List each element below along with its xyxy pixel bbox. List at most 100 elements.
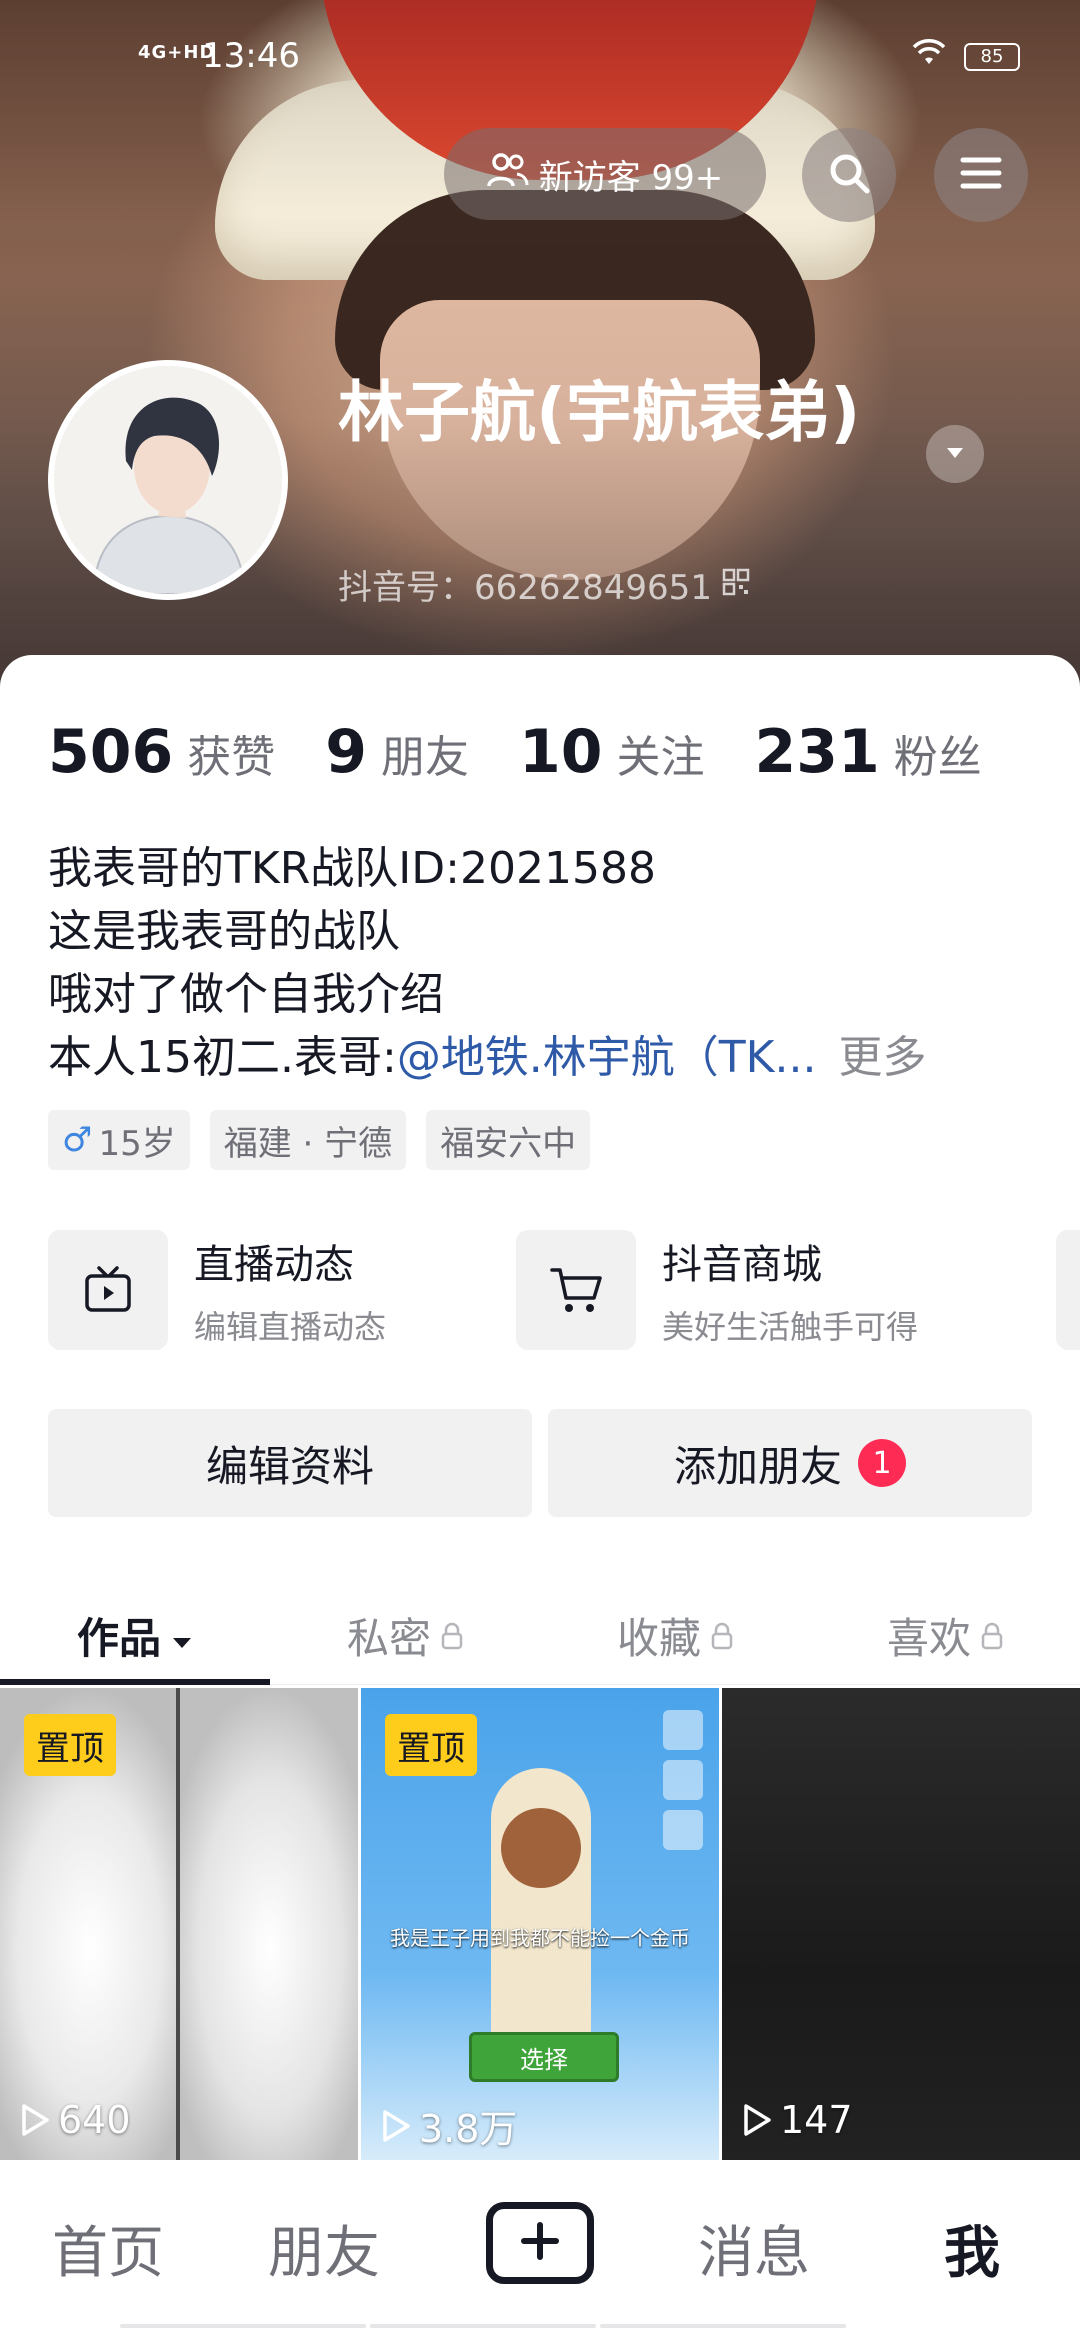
bio-line: 本人15初二.表哥:@地铁.林宇航（TK... 更多	[48, 1026, 1048, 1089]
tab-likes-label: 喜欢	[886, 1613, 971, 1663]
username: 林子航(宇航表弟)	[338, 374, 861, 451]
tab-favorites[interactable]: 收藏	[540, 1585, 810, 1685]
douyin-id[interactable]: 抖音号：66262849651	[338, 560, 750, 609]
feature-mall-subtitle: 美好生活触手可得	[662, 1308, 919, 1346]
play-icon	[383, 2109, 410, 2142]
status-bar: 4G+HD 13:46 85	[0, 30, 1080, 90]
profile-stats: 506 获赞 9 朋友 10 关注 231 粉丝	[48, 717, 1032, 787]
wifi-icon	[912, 38, 946, 74]
bio-more-button[interactable]: 更多	[839, 1032, 927, 1083]
tag-age-text: 15岁	[98, 1123, 176, 1164]
new-visitors-button[interactable]: 新访客 99+	[444, 128, 766, 220]
feature-live-subtitle: 编辑直播动态	[194, 1308, 387, 1346]
douyin-id-text: 抖音号：66262849651	[338, 568, 712, 608]
feature-next-peek[interactable]	[1056, 1230, 1080, 1350]
view-count: 147	[742, 2098, 853, 2142]
view-count: 3.8万	[381, 2098, 517, 2153]
tab-likes[interactable]: 喜欢	[810, 1585, 1080, 1685]
video-caption: 我是王子用到我都不能捡一个金币	[390, 1926, 690, 1950]
stat-following-label: 关注	[616, 732, 705, 783]
notification-badge: 1	[858, 1439, 906, 1487]
video-thumbnail[interactable]: 147	[722, 1688, 1080, 2168]
tab-works-label: 作品	[76, 1613, 161, 1663]
tab-private-label: 私密	[346, 1613, 431, 1663]
stat-friends[interactable]: 9 朋友	[325, 717, 469, 787]
lock-icon	[441, 1611, 463, 1660]
bio-text: 本人15初二.表哥:	[48, 1032, 397, 1083]
stat-friends-count: 9	[325, 717, 367, 787]
add-friend-button[interactable]: 添加朋友 1	[548, 1409, 1032, 1517]
lock-icon	[981, 1611, 1003, 1660]
tab-favorites-label: 收藏	[616, 1613, 701, 1663]
stat-friends-label: 朋友	[381, 732, 469, 783]
shirt-icon	[663, 1710, 703, 1750]
game-character-face	[501, 1808, 581, 1888]
feature-shortcuts: 直播动态 编辑直播动态 抖音商城 美好生活触手可得	[48, 1230, 1080, 1355]
clock: 13:46	[202, 36, 300, 76]
profile-tags: ♂ 15岁 福建 · 宁德 福安六中	[48, 1110, 591, 1170]
shirt-icon	[663, 1810, 703, 1850]
bio-line: 哦对了做个自我介绍	[48, 969, 444, 1020]
feature-live-title: 直播动态	[194, 1242, 354, 1288]
lock-icon	[711, 1611, 733, 1660]
game-select-button: 选择	[469, 2032, 619, 2082]
bio[interactable]: 我表哥的TKR战队ID:2021588 这是我表哥的战队 哦对了做个自我介绍 本…	[48, 837, 1048, 1089]
caret-down-icon	[171, 1611, 193, 1660]
stat-likes[interactable]: 506 获赞	[48, 717, 275, 787]
home-indicator	[120, 2324, 846, 2328]
stat-followers[interactable]: 231 粉丝	[755, 717, 982, 787]
bio-mention-link[interactable]: @地铁.林宇航（TK...	[397, 1032, 817, 1083]
search-icon	[826, 150, 872, 200]
qr-code-icon	[722, 565, 750, 605]
battery-indicator: 85	[964, 43, 1020, 71]
nav-messages[interactable]: 消息	[698, 2208, 810, 2289]
video-thumbnail[interactable]: 我是王子用到我都不能捡一个金币 选择 置顶 3.8万	[361, 1688, 719, 2168]
tab-private[interactable]: 私密	[270, 1585, 540, 1685]
add-friend-label: 添加朋友	[673, 1441, 842, 1491]
tab-works[interactable]: 作品	[0, 1585, 270, 1685]
avatar-illustration	[54, 366, 282, 594]
visitors-label: 新访客 99+	[538, 157, 724, 198]
bottom-navigation: 首页 朋友 消息 我	[0, 2160, 1080, 2340]
nav-me[interactable]: 我	[944, 2208, 1000, 2289]
nav-friends[interactable]: 朋友	[268, 2208, 380, 2289]
edit-profile-label: 编辑资料	[205, 1441, 374, 1491]
account-switch-button[interactable]	[926, 425, 984, 483]
tv-icon	[48, 1230, 168, 1350]
video-thumbnail[interactable]: 置顶 640	[0, 1688, 358, 2168]
male-icon: ♂	[62, 1120, 93, 1160]
feature-douyin-mall[interactable]: 抖音商城 美好生活触手可得	[516, 1230, 918, 1350]
view-count-text: 147	[780, 2098, 853, 2142]
tag-school: 福安六中	[426, 1110, 591, 1170]
feature-mall-title: 抖音商城	[662, 1242, 822, 1288]
triangle-down-icon	[945, 445, 965, 464]
video-grid: 置顶 640 我是王子用到我都不能捡一个金币 选择 置顶 3.8万 147	[0, 1688, 1080, 2168]
stat-followers-label: 粉丝	[893, 732, 982, 783]
play-icon	[744, 2104, 771, 2136]
content-tabs: 作品 私密 收藏 喜欢	[0, 1585, 1080, 1685]
avatar[interactable]	[48, 360, 288, 600]
nav-home[interactable]: 首页	[52, 2208, 164, 2289]
thumbnail-right-half	[180, 1688, 358, 2168]
bio-line: 这是我表哥的战队	[48, 906, 400, 957]
hamburger-menu-icon	[959, 155, 1003, 195]
menu-button[interactable]	[934, 128, 1028, 222]
feature-mall-text: 抖音商城 美好生活触手可得	[662, 1232, 918, 1348]
shirt-icon	[663, 1760, 703, 1800]
stat-following-count: 10	[519, 717, 603, 787]
view-count-text: 640	[58, 2098, 131, 2142]
visitors-icon	[486, 152, 529, 197]
search-button[interactable]	[802, 128, 896, 222]
bio-line: 我表哥的TKR战队ID:2021588	[48, 843, 656, 894]
profile-card: 506 获赞 9 朋友 10 关注 231 粉丝 我表哥的TKR战队ID:202…	[0, 655, 1080, 2340]
tag-gender-age: ♂ 15岁	[48, 1110, 190, 1170]
stat-likes-label: 获赞	[187, 732, 276, 783]
pinned-badge: 置顶	[24, 1714, 116, 1776]
create-post-button[interactable]	[486, 2202, 594, 2284]
stat-following[interactable]: 10 关注	[519, 717, 705, 787]
edit-profile-button[interactable]: 编辑资料	[48, 1409, 532, 1517]
active-tab-underline	[0, 1679, 270, 1685]
pinned-badge: 置顶	[385, 1714, 477, 1776]
shopping-cart-icon	[516, 1230, 636, 1350]
feature-live-updates[interactable]: 直播动态 编辑直播动态	[48, 1230, 386, 1350]
